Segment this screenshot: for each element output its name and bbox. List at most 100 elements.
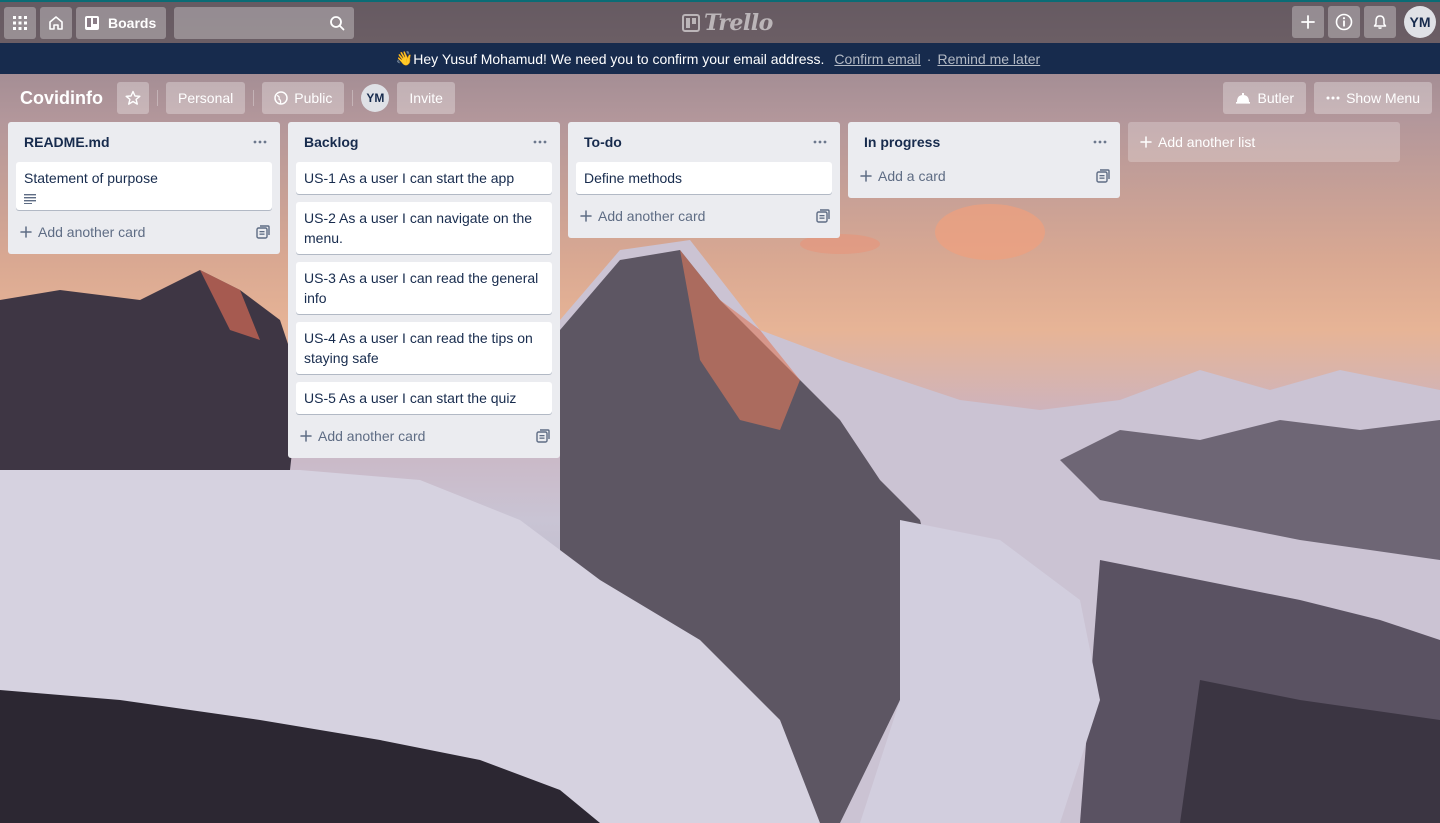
add-card-button[interactable]: Add another card bbox=[20, 224, 145, 240]
template-icon[interactable] bbox=[1096, 169, 1110, 183]
header-right-actions: YM bbox=[1292, 6, 1436, 38]
plus-icon bbox=[20, 226, 32, 238]
list-title[interactable]: To-do bbox=[584, 134, 622, 150]
butler-label: Butler bbox=[1257, 90, 1295, 106]
confirm-email-link[interactable]: Confirm email bbox=[834, 51, 920, 67]
info-button[interactable] bbox=[1328, 6, 1360, 38]
card[interactable]: Define methods bbox=[576, 162, 832, 194]
list-title[interactable]: Backlog bbox=[304, 134, 358, 150]
card[interactable]: US-2 As a user I can navigate on the men… bbox=[296, 202, 552, 254]
list-header: Backlog bbox=[296, 122, 552, 162]
plus-icon bbox=[1301, 15, 1315, 29]
card-title: US-4 As a user I can read the tips on st… bbox=[304, 330, 533, 366]
add-card-row: Add another card bbox=[296, 422, 552, 450]
list-title[interactable]: In progress bbox=[864, 134, 940, 150]
ellipsis-icon bbox=[533, 140, 547, 144]
list-menu-button[interactable] bbox=[808, 130, 832, 154]
divider bbox=[253, 90, 255, 106]
card-title: US-3 As a user I can read the general in… bbox=[304, 270, 539, 306]
info-icon bbox=[1335, 13, 1353, 31]
plus-icon bbox=[580, 210, 592, 222]
card[interactable]: US-1 As a user I can start the app bbox=[296, 162, 552, 194]
banner-message: Hey Yusuf Mohamud! We need you to confir… bbox=[413, 50, 825, 67]
add-card-label: Add another card bbox=[38, 224, 146, 240]
trello-logo[interactable]: Trello bbox=[682, 10, 773, 36]
list-backlog: Backlog US-1 As a user I can start the a… bbox=[288, 122, 560, 458]
remind-later-link[interactable]: Remind me later bbox=[937, 51, 1040, 67]
home-button[interactable] bbox=[40, 6, 72, 39]
card[interactable]: US-5 As a user I can start the quiz bbox=[296, 382, 552, 414]
top-header: Boards Trello YM bbox=[0, 0, 1440, 43]
create-button[interactable] bbox=[1292, 6, 1324, 38]
notifications-button[interactable] bbox=[1364, 6, 1396, 38]
add-card-button[interactable]: Add another card bbox=[300, 428, 425, 444]
star-board-button[interactable] bbox=[117, 82, 149, 114]
card[interactable]: US-3 As a user I can read the general in… bbox=[296, 262, 552, 314]
add-card-label: Add a card bbox=[878, 168, 946, 184]
show-menu-label: Show Menu bbox=[1346, 90, 1420, 106]
member-initials: YM bbox=[366, 91, 385, 105]
board-title[interactable]: Covidinfo bbox=[12, 82, 111, 114]
globe-icon bbox=[274, 91, 289, 105]
search-icon[interactable] bbox=[329, 15, 345, 31]
ellipsis-icon bbox=[813, 140, 827, 144]
add-card-button[interactable]: Add another card bbox=[580, 208, 705, 224]
list-readme: README.md Statement of purpose Add anoth… bbox=[8, 122, 280, 254]
card-title: US-5 As a user I can start the quiz bbox=[304, 390, 517, 406]
add-card-row: Add another card bbox=[16, 218, 272, 246]
card-title: US-1 As a user I can start the app bbox=[304, 170, 515, 186]
template-icon[interactable] bbox=[536, 429, 550, 443]
public-label: Public bbox=[294, 90, 333, 106]
card[interactable]: Statement of purpose bbox=[16, 162, 272, 210]
boards-button[interactable]: Boards bbox=[76, 6, 167, 39]
divider bbox=[352, 90, 354, 106]
board-icon bbox=[85, 15, 99, 30]
show-menu-button[interactable]: Show Menu bbox=[1314, 82, 1432, 114]
list-menu-button[interactable] bbox=[528, 130, 552, 154]
list-title[interactable]: README.md bbox=[24, 134, 110, 150]
user-avatar[interactable]: YM bbox=[1404, 6, 1436, 38]
plus-icon bbox=[860, 170, 872, 182]
search-input[interactable] bbox=[174, 6, 355, 39]
bell-icon bbox=[1373, 15, 1387, 29]
invite-button[interactable]: Invite bbox=[397, 82, 455, 114]
add-card-label: Add another card bbox=[318, 428, 426, 444]
butler-button[interactable]: Butler bbox=[1223, 82, 1307, 114]
add-list-button[interactable]: Add another list bbox=[1128, 122, 1400, 162]
ellipsis-icon bbox=[1326, 96, 1340, 100]
home-icon bbox=[49, 15, 63, 30]
team-visibility-button[interactable]: Personal bbox=[166, 82, 246, 114]
plus-icon bbox=[1140, 136, 1152, 148]
butler-bell-icon bbox=[1236, 93, 1251, 104]
template-icon[interactable] bbox=[256, 225, 270, 239]
boards-label: Boards bbox=[108, 14, 157, 31]
card-title: Define methods bbox=[584, 170, 683, 186]
list-menu-button[interactable] bbox=[248, 130, 272, 154]
board-header-right: Butler Show Menu bbox=[1223, 82, 1432, 114]
list-header: To-do bbox=[576, 122, 832, 162]
add-card-button[interactable]: Add a card bbox=[860, 168, 946, 184]
logo-text: Trello bbox=[704, 10, 773, 36]
card-title: Statement of purpose bbox=[24, 170, 158, 186]
public-visibility-button[interactable]: Public bbox=[262, 82, 345, 114]
add-card-row: Add another card bbox=[576, 202, 832, 230]
card[interactable]: US-4 As a user I can read the tips on st… bbox=[296, 322, 552, 374]
banner-separator: · bbox=[926, 50, 932, 67]
list-header: README.md bbox=[16, 122, 272, 162]
divider bbox=[157, 90, 158, 106]
board-header: Covidinfo Personal Public YM Invite Butl… bbox=[0, 74, 1440, 122]
apps-button[interactable] bbox=[4, 6, 36, 39]
card-title: US-2 As a user I can navigate on the men… bbox=[304, 210, 533, 246]
template-icon[interactable] bbox=[816, 209, 830, 223]
app-grid-icon bbox=[13, 15, 27, 30]
star-icon bbox=[125, 90, 141, 105]
ellipsis-icon bbox=[1093, 140, 1107, 144]
plus-icon bbox=[300, 430, 312, 442]
add-card-label: Add another card bbox=[598, 208, 706, 224]
board-member-avatar[interactable]: YM bbox=[361, 84, 390, 112]
add-card-row: Add a card bbox=[856, 162, 1112, 190]
add-list-label: Add another list bbox=[1158, 134, 1256, 150]
list-menu-button[interactable] bbox=[1088, 130, 1112, 154]
description-icon bbox=[24, 194, 36, 204]
trello-logo-icon bbox=[682, 14, 700, 32]
